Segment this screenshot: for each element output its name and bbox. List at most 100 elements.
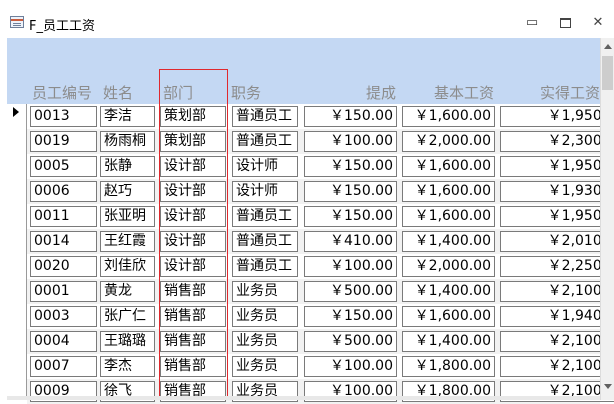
scroll-down-icon[interactable] <box>604 384 612 389</box>
minimize-button[interactable]: ▭ <box>520 12 544 34</box>
net-salary-field[interactable]: ￥1,950.00 <box>500 206 614 227</box>
employee-id-field[interactable]: 0004 <box>30 331 97 352</box>
employee-id-field[interactable]: 0020 <box>30 256 97 277</box>
header-position: 职务 <box>231 84 262 102</box>
name-field[interactable]: 杨雨桐 <box>100 131 155 152</box>
horizontal-scrollbar[interactable] <box>7 396 600 400</box>
department-field[interactable]: 设计部 <box>160 231 226 252</box>
name-field[interactable]: 李杰 <box>100 356 155 377</box>
close-icon: ✕ <box>592 15 604 30</box>
department-field[interactable]: 设计部 <box>160 181 226 202</box>
header-employee-id: 员工编号 <box>32 84 93 102</box>
header-department: 部门 <box>163 84 194 102</box>
net-salary-field[interactable]: ￥1,930.00 <box>500 181 614 202</box>
commission-field[interactable]: ￥100.00 <box>304 256 397 277</box>
employee-id-field[interactable]: 0001 <box>30 281 97 302</box>
position-field[interactable]: 业务员 <box>232 331 298 352</box>
commission-field[interactable]: ￥500.00 <box>304 331 397 352</box>
net-salary-field[interactable]: ￥1,940.00 <box>500 306 614 327</box>
base-salary-field[interactable]: ￥1,600.00 <box>402 181 495 202</box>
net-salary-field[interactable]: ￥2,100.00 <box>500 331 614 352</box>
table-row: 0005张静设计部设计师 ￥150.00￥1,600.00￥1,950.00 <box>27 154 614 179</box>
department-field[interactable]: 销售部 <box>160 281 226 302</box>
window-title: F_员工工资 <box>29 19 95 34</box>
close-button[interactable]: ✕ <box>586 12 610 34</box>
table-row: 0004王璐璐销售部业务员 ￥500.00￥1,400.00￥2,100.00 <box>27 329 614 354</box>
commission-field[interactable]: ￥150.00 <box>304 206 397 227</box>
base-salary-field[interactable]: ￥2,000.00 <box>402 131 495 152</box>
base-salary-field[interactable]: ￥2,000.00 <box>402 256 495 277</box>
base-salary-field[interactable]: ￥1,400.00 <box>402 281 495 302</box>
name-field[interactable]: 张亚明 <box>100 206 155 227</box>
name-field[interactable]: 张广仁 <box>100 306 155 327</box>
position-field[interactable]: 普通员工 <box>232 206 298 227</box>
net-salary-field[interactable]: ￥2,300.00 <box>500 131 614 152</box>
name-field[interactable]: 王红霞 <box>100 231 155 252</box>
employee-id-field[interactable]: 0005 <box>30 156 97 177</box>
base-salary-field[interactable]: ￥1,400.00 <box>402 331 495 352</box>
base-salary-field[interactable]: ￥1,400.00 <box>402 231 495 252</box>
department-field[interactable]: 销售部 <box>160 356 226 377</box>
base-salary-field[interactable]: ￥1,600.00 <box>402 106 495 127</box>
restore-button[interactable] <box>553 12 577 34</box>
net-salary-field[interactable]: ￥1,950.00 <box>500 156 614 177</box>
commission-field[interactable]: ￥100.00 <box>304 131 397 152</box>
department-field[interactable]: 策划部 <box>160 131 226 152</box>
department-field[interactable]: 设计部 <box>160 156 226 177</box>
net-salary-field[interactable]: ￥2,010.00 <box>500 231 614 252</box>
net-salary-field[interactable]: ￥2,100.00 <box>500 356 614 377</box>
position-field[interactable]: 设计师 <box>232 156 298 177</box>
employee-id-field[interactable]: 0013 <box>30 106 97 127</box>
net-salary-field[interactable]: ￥2,250.00 <box>500 256 614 277</box>
position-field[interactable]: 业务员 <box>232 356 298 377</box>
commission-field[interactable]: ￥150.00 <box>304 181 397 202</box>
department-field[interactable]: 销售部 <box>160 306 226 327</box>
commission-field[interactable]: ￥150.00 <box>304 306 397 327</box>
position-field[interactable]: 普通员工 <box>232 231 298 252</box>
commission-field[interactable]: ￥500.00 <box>304 281 397 302</box>
header-net-salary: 实得工资 <box>539 84 600 102</box>
employee-id-field[interactable]: 0006 <box>30 181 97 202</box>
department-field[interactable]: 策划部 <box>160 106 226 127</box>
position-field[interactable]: 普通员工 <box>232 131 298 152</box>
base-salary-field[interactable]: ￥1,600.00 <box>402 156 495 177</box>
commission-field[interactable]: ￥150.00 <box>304 106 397 127</box>
commission-field[interactable]: ￥100.00 <box>304 356 397 377</box>
table-row: 0007李杰销售部业务员 ￥100.00￥1,800.00￥2,100.00 <box>27 354 614 379</box>
scroll-thumb[interactable] <box>602 56 613 90</box>
employee-id-field[interactable]: 0014 <box>30 231 97 252</box>
employee-id-field[interactable]: 0011 <box>30 206 97 227</box>
commission-field[interactable]: ￥410.00 <box>304 231 397 252</box>
employee-id-field[interactable]: 0003 <box>30 306 97 327</box>
name-field[interactable]: 赵巧 <box>100 181 155 202</box>
record-selector-column[interactable] <box>7 104 27 400</box>
name-field[interactable]: 李洁 <box>100 106 155 127</box>
employee-id-field[interactable]: 0007 <box>30 356 97 377</box>
net-salary-field[interactable]: ￥1,950.00 <box>500 106 614 127</box>
position-field[interactable]: 普通员工 <box>232 256 298 277</box>
base-salary-field[interactable]: ￥1,600.00 <box>402 306 495 327</box>
name-field[interactable]: 刘佳欣 <box>100 256 155 277</box>
position-field[interactable]: 业务员 <box>232 306 298 327</box>
minimize-icon: ▭ <box>525 15 539 30</box>
table-row: 0020刘佳欣设计部普通员工 ￥100.00￥2,000.00￥2,250.00 <box>27 254 614 279</box>
vertical-scrollbar[interactable] <box>600 38 614 400</box>
header-base-salary: 基本工资 <box>433 84 494 102</box>
commission-field[interactable]: ￥150.00 <box>304 156 397 177</box>
name-field[interactable]: 王璐璐 <box>100 331 155 352</box>
name-field[interactable]: 张静 <box>100 156 155 177</box>
position-field[interactable]: 业务员 <box>232 281 298 302</box>
position-field[interactable]: 普通员工 <box>232 106 298 127</box>
department-field[interactable]: 销售部 <box>160 331 226 352</box>
name-field[interactable]: 黄龙 <box>100 281 155 302</box>
employee-id-field[interactable]: 0019 <box>30 131 97 152</box>
base-salary-field[interactable]: ￥1,800.00 <box>402 356 495 377</box>
department-field[interactable]: 设计部 <box>160 256 226 277</box>
table-row: 0014王红霞设计部普通员工 ￥410.00￥1,400.00￥2,010.00 <box>27 229 614 254</box>
base-salary-field[interactable]: ￥1,600.00 <box>402 206 495 227</box>
department-field[interactable]: 设计部 <box>160 206 226 227</box>
net-salary-field[interactable]: ￥2,100.00 <box>500 281 614 302</box>
table-row: 0009徐飞销售部业务员￥100.00￥1,800.00￥2,100.00 <box>27 379 614 404</box>
scroll-up-icon[interactable] <box>604 44 612 49</box>
position-field[interactable]: 设计师 <box>232 181 298 202</box>
